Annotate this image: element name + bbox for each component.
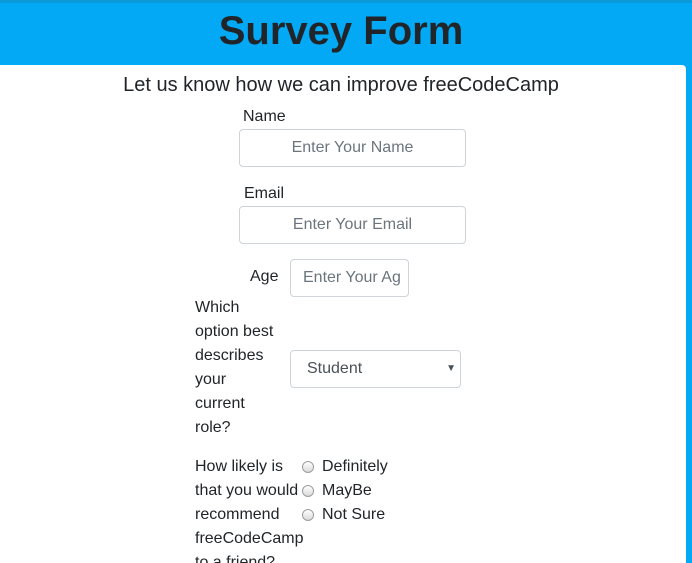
role-label-line: your <box>195 371 227 388</box>
recommend-label-line: to a friend? <box>195 554 276 563</box>
email-input[interactable] <box>239 206 466 244</box>
recommend-label-line: that you would <box>195 482 299 499</box>
radio-button[interactable] <box>302 461 314 473</box>
radio-option-maybe[interactable]: MayBe <box>302 479 422 503</box>
survey-page: Survey Form Let us know how we can impro… <box>0 0 692 563</box>
role-label-line: Which <box>195 299 240 316</box>
radio-option-not-sure[interactable]: Not Sure <box>302 503 422 527</box>
chevron-down-icon: ▼ <box>446 363 456 374</box>
email-label: Email <box>244 185 285 202</box>
radio-label: Definitely <box>322 458 388 475</box>
survey-form-card: Let us know how we can improve freeCodeC… <box>0 65 686 563</box>
role-select[interactable]: Student ▼ <box>290 350 461 388</box>
page-title: Survey Form <box>218 9 464 53</box>
radio-option-definitely[interactable]: Definitely <box>302 455 422 479</box>
radio-button[interactable] <box>302 509 314 521</box>
role-label-line: option best <box>195 323 274 340</box>
radio-label: Not Sure <box>322 506 386 523</box>
role-label-line: current <box>195 395 245 412</box>
radio-label: MayBe <box>322 482 372 499</box>
name-label: Name <box>243 108 286 125</box>
radio-button[interactable] <box>302 485 314 497</box>
role-select-value: Student <box>307 360 363 377</box>
name-input[interactable] <box>239 129 466 167</box>
age-input[interactable] <box>290 259 409 297</box>
recommend-label-line: How likely is <box>195 458 284 475</box>
recommend-label-line: recommend <box>195 506 280 523</box>
role-label-line: describes <box>195 347 264 364</box>
role-label-line: role? <box>195 419 231 436</box>
recommend-label-line: freeCodeCamp <box>195 530 304 547</box>
form-description: Let us know how we can improve freeCodeC… <box>123 74 559 96</box>
age-label: Age <box>250 268 279 285</box>
top-border <box>0 0 692 3</box>
